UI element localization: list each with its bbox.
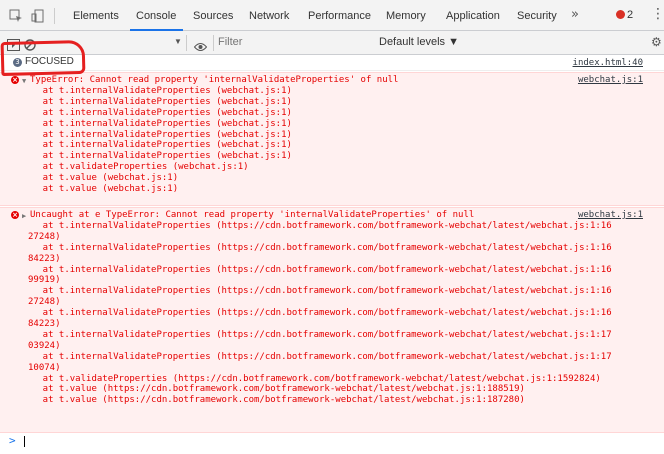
stack-trace-line: at t.value (webchat.js:1): [21, 173, 179, 184]
stack-trace-line: at t.internalValidateProperties (webchat…: [21, 107, 292, 118]
error-icon: ×: [11, 211, 19, 219]
error-message-line: TypeError: Cannot read property 'interna…: [30, 75, 399, 85]
stack-trace-line: 27248): [28, 231, 61, 242]
tab-sources[interactable]: Sources: [193, 10, 233, 22]
repeat-count-badge: 3: [13, 58, 22, 67]
stack-trace-line: 99919): [28, 275, 61, 286]
log-levels-dropdown[interactable]: Default levels ▼: [379, 36, 459, 48]
source-link[interactable]: webchat.js:1: [578, 210, 643, 221]
error-dot-icon: [616, 10, 625, 19]
tab-application[interactable]: Application: [446, 10, 500, 22]
stack-trace-line: at t.internalValidateProperties (webchat…: [21, 85, 292, 96]
stack-trace-line: at t.value (https://cdn.botframework.com…: [21, 384, 525, 395]
stack-trace-line: at t.internalValidateProperties (webchat…: [21, 118, 292, 129]
stack-trace-line: 27248): [28, 297, 61, 308]
tab-security[interactable]: Security: [517, 10, 557, 22]
tab-memory[interactable]: Memory: [386, 10, 426, 22]
console-toolbar: ▼ Default levels ▼ ⚙: [0, 31, 664, 55]
devtools-tabbar: Elements Console Sources Network Perform…: [0, 0, 664, 31]
context-dropdown-icon[interactable]: ▼: [174, 37, 182, 46]
inspect-element-icon[interactable]: [9, 8, 23, 22]
more-tabs-icon[interactable]: »: [571, 7, 579, 22]
kebab-menu-icon[interactable]: ⋮: [651, 6, 664, 22]
stack-trace-line: at t.value (webchat.js:1): [21, 184, 179, 194]
stack-trace-line: at t.internalValidateProperties (https:/…: [21, 264, 612, 275]
console-output: 3 FOCUSED index.html:40 × ▼ webchat.js:1…: [0, 55, 664, 454]
console-input-caret[interactable]: [24, 436, 25, 447]
stack-trace-line: at t.internalValidateProperties (webchat…: [21, 151, 292, 162]
stack-trace-line: at t.internalValidateProperties (https:/…: [21, 242, 612, 253]
stack-trace-line: at t.internalValidateProperties (https:/…: [21, 351, 612, 362]
console-message-error: × ▶ webchat.js:1 Uncaught at e TypeError…: [0, 207, 664, 433]
stack-trace-line: 10074): [28, 362, 61, 373]
error-count-badge[interactable]: 2: [616, 9, 633, 21]
stack-trace-line: at t.internalValidateProperties (https:/…: [21, 286, 612, 297]
stack-trace-line: 84223): [28, 253, 61, 264]
error-message-line: Uncaught at e TypeError: Cannot read pro…: [30, 210, 475, 220]
stack-trace-line: 03924): [28, 340, 61, 351]
clear-console-icon[interactable]: [24, 36, 36, 55]
stack-trace-line: at t.internalValidateProperties (https:/…: [21, 220, 612, 231]
sidebar-toggle-icon[interactable]: [7, 36, 20, 55]
console-settings-gear-icon[interactable]: ⚙: [651, 35, 662, 49]
tab-divider: [54, 8, 55, 24]
toolbar-divider: [186, 35, 187, 51]
source-link[interactable]: webchat.js:1: [578, 75, 643, 86]
error-icon: ×: [11, 76, 19, 84]
filter-input[interactable]: [212, 34, 374, 50]
stack-trace-line: at t.value (https://cdn.botframework.com…: [21, 395, 525, 406]
tab-elements[interactable]: Elements: [73, 10, 119, 22]
console-prompt-icon: >: [9, 434, 16, 447]
tab-performance[interactable]: Performance: [308, 10, 371, 22]
stack-trace-line: 84223): [28, 319, 61, 329]
source-link[interactable]: index.html:40: [573, 58, 643, 69]
device-toolbar-icon[interactable]: [31, 8, 45, 23]
stack-trace-line: at t.internalValidateProperties (webchat…: [21, 140, 292, 151]
stack-trace-line: at t.internalValidateProperties (webchat…: [21, 96, 292, 107]
stack-trace-line: at t.internalValidateProperties (webchat…: [21, 129, 292, 140]
stack-trace-line: at t.validateProperties (webchat.js:1): [21, 162, 249, 173]
tab-console[interactable]: Console: [136, 10, 176, 22]
console-message-error: × ▼ webchat.js:1 TypeError: Cannot read …: [0, 72, 664, 206]
live-expression-eye-icon[interactable]: [193, 37, 208, 56]
console-message-log: 3 FOCUSED index.html:40: [0, 55, 664, 71]
stack-trace-line: at t.internalValidateProperties (https:/…: [21, 329, 612, 340]
log-text: FOCUSED: [25, 56, 74, 67]
stack-trace-line: at t.validateProperties (https://cdn.bot…: [21, 373, 601, 384]
tab-network[interactable]: Network: [249, 10, 289, 22]
stack-trace-line: at t.internalValidateProperties (https:/…: [21, 308, 612, 319]
